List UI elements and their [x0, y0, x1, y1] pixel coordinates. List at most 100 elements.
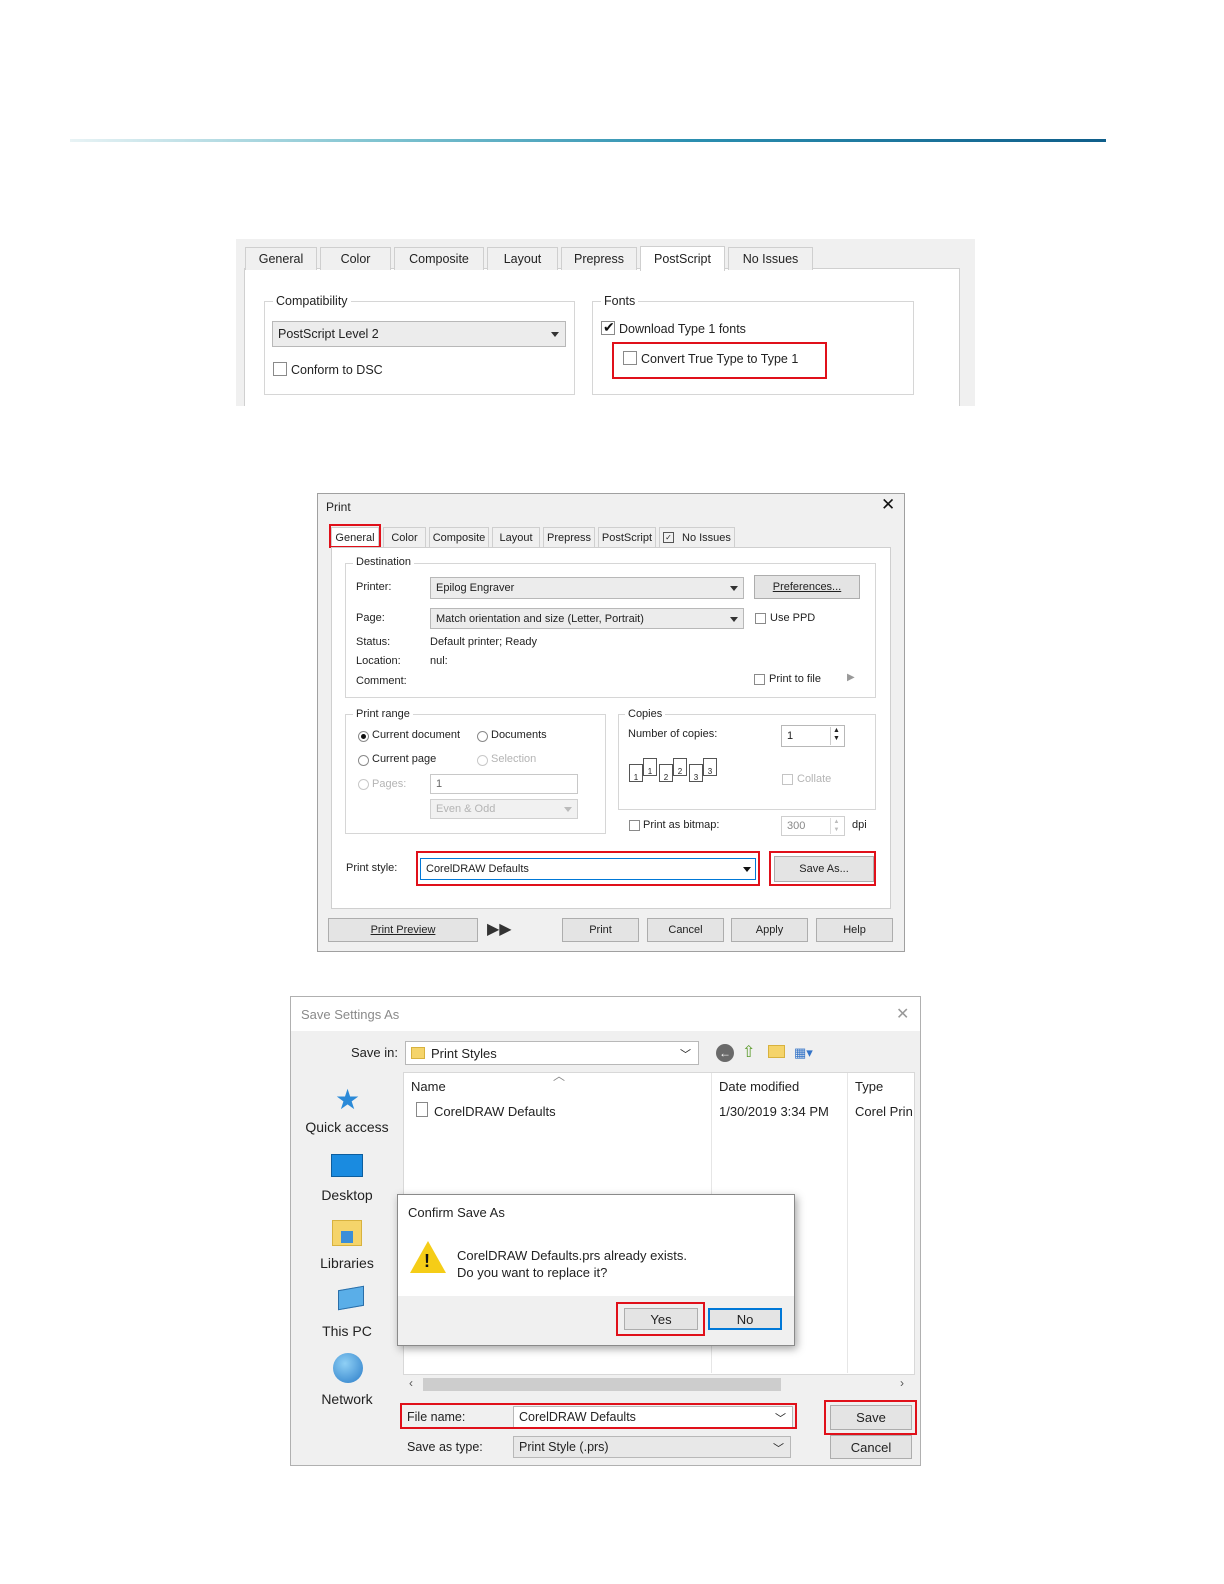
print-dialog: Print ✕ General Color Composite Layout P…: [317, 493, 905, 952]
tab-composite[interactable]: Composite: [429, 527, 489, 547]
sidebar-item-this-pc[interactable]: This PC: [297, 1323, 397, 1339]
save-in-select[interactable]: Print Styles ﹀: [405, 1041, 699, 1065]
new-folder-icon[interactable]: [768, 1045, 785, 1058]
collate-page-icon: 3: [689, 764, 703, 782]
cancel-button[interactable]: Cancel: [830, 1435, 912, 1459]
chevron-down-icon: [730, 617, 738, 622]
no-button[interactable]: No: [708, 1308, 782, 1330]
current-page-radio[interactable]: [358, 755, 369, 766]
column-header-type[interactable]: Type: [855, 1079, 883, 1094]
sidebar-item-libraries[interactable]: Libraries: [297, 1255, 397, 1271]
pages-label: Pages:: [372, 778, 407, 790]
collate-checkbox[interactable]: [782, 774, 793, 785]
confirm-title: Confirm Save As: [408, 1205, 505, 1220]
highlight-file-name: [400, 1403, 797, 1429]
sidebar-item-desktop[interactable]: Desktop: [297, 1187, 397, 1203]
save-type-label: Save as type:: [407, 1440, 483, 1454]
current-document-radio[interactable]: [358, 731, 369, 742]
tab-postscript[interactable]: PostScript: [640, 246, 725, 271]
sidebar-item-quick-access[interactable]: Quick access: [297, 1119, 397, 1135]
pages-radio[interactable]: [358, 779, 369, 790]
column-header-date[interactable]: Date modified: [719, 1079, 799, 1094]
tab-layout[interactable]: Layout: [487, 247, 558, 270]
print-button[interactable]: Print: [562, 918, 639, 942]
postscript-level-select[interactable]: PostScript Level 2: [272, 321, 566, 347]
scroll-left-icon[interactable]: ‹: [409, 1376, 413, 1390]
tab-color[interactable]: Color: [383, 527, 426, 547]
tab-postscript[interactable]: PostScript: [598, 527, 656, 547]
fonts-label: Fonts: [601, 294, 639, 308]
status-label: Status:: [356, 636, 391, 648]
cancel-button[interactable]: Cancel: [647, 918, 724, 942]
header-divider: [70, 139, 1106, 142]
use-ppd-label: Use PPD: [770, 612, 816, 624]
compatibility-label: Compatibility: [273, 294, 351, 308]
back-icon[interactable]: ←: [716, 1044, 734, 1062]
dpi-stepper[interactable]: 300 ▲ ▼: [781, 816, 845, 836]
libraries-icon: [332, 1220, 362, 1246]
tab-color[interactable]: Color: [320, 247, 391, 270]
number-of-copies-label: Number of copies:: [628, 728, 718, 740]
file-type-cell: Corel Prin: [855, 1104, 913, 1119]
highlight-convert-truetype: [612, 342, 827, 379]
folder-icon: [411, 1047, 425, 1059]
tab-general[interactable]: General: [245, 247, 317, 270]
stepper-arrows-icon[interactable]: ▲ ▼: [830, 727, 842, 745]
documents-radio[interactable]: [477, 731, 488, 742]
page-select[interactable]: Match orientation and size (Letter, Port…: [430, 608, 744, 629]
play-arrow-icon[interactable]: ▶: [847, 672, 855, 683]
copies-stepper[interactable]: 1 ▲ ▼: [781, 725, 845, 747]
selection-radio[interactable]: [477, 755, 488, 766]
pages-input[interactable]: 1: [430, 774, 578, 794]
column-header-name[interactable]: Name: [411, 1079, 446, 1094]
collate-page-icon: 1: [643, 758, 657, 776]
tab-no-issues[interactable]: ✓ No Issues: [659, 527, 735, 547]
collate-label: Collate: [797, 773, 832, 785]
confirm-dialog: Confirm Save As ! CorelDRAW Defaults.prs…: [397, 1194, 795, 1346]
print-to-file-label: Print to file: [769, 673, 821, 685]
even-odd-select[interactable]: Even & Odd: [430, 799, 578, 819]
scrollbar-thumb[interactable]: [423, 1378, 781, 1391]
preview-arrow-icon[interactable]: ▶▶: [487, 919, 512, 939]
tab-layout[interactable]: Layout: [492, 527, 540, 547]
status-value: Default printer; Ready: [430, 636, 537, 648]
printer-select[interactable]: Epilog Engraver: [430, 577, 744, 599]
tab-composite[interactable]: Composite: [394, 247, 484, 270]
page-label: Page:: [356, 612, 385, 624]
close-icon[interactable]: ✕: [896, 1004, 909, 1024]
stepper-arrows-icon[interactable]: ▲ ▼: [830, 818, 842, 834]
conform-dsc-label: Conform to DSC: [291, 363, 383, 377]
save-type-select[interactable]: Print Style (.prs) ﹀: [513, 1436, 791, 1458]
close-icon[interactable]: ✕: [881, 495, 895, 515]
help-button[interactable]: Help: [816, 918, 893, 942]
tab-prepress[interactable]: Prepress: [561, 247, 637, 270]
tab-no-issues[interactable]: No Issues: [728, 247, 813, 270]
view-menu-icon[interactable]: ▦▾: [794, 1045, 813, 1061]
confirm-message-line1: CorelDRAW Defaults.prs already exists.: [457, 1248, 687, 1263]
current-document-label: Current document: [372, 729, 461, 741]
print-preview-button[interactable]: Print Preview: [328, 918, 478, 942]
current-page-label: Current page: [372, 753, 437, 765]
location-label: Location:: [356, 655, 401, 667]
copies-label: Copies: [625, 708, 666, 720]
file-name-cell[interactable]: CorelDRAW Defaults: [434, 1104, 556, 1119]
use-ppd-checkbox[interactable]: [755, 613, 766, 624]
printer-label: Printer:: [356, 581, 392, 593]
highlight-general-tab: [329, 524, 381, 548]
print-to-file-checkbox[interactable]: [754, 674, 765, 685]
tab-prepress[interactable]: Prepress: [543, 527, 595, 547]
compatibility-group: [264, 301, 575, 395]
sidebar-item-network[interactable]: Network: [297, 1391, 397, 1407]
highlight-yes-button: [616, 1302, 705, 1336]
save-in-label: Save in:: [351, 1045, 398, 1060]
download-type1-checkbox[interactable]: [601, 319, 615, 336]
conform-dsc-checkbox[interactable]: [273, 362, 287, 376]
print-as-bitmap-checkbox[interactable]: [629, 820, 640, 831]
warning-exclamation: !: [424, 1251, 430, 1271]
scroll-right-icon[interactable]: ›: [900, 1376, 904, 1390]
issues-icon: ✓: [663, 532, 674, 543]
up-folder-icon[interactable]: ⇧: [742, 1042, 755, 1062]
print-as-bitmap-label: Print as bitmap:: [643, 819, 720, 831]
apply-button[interactable]: Apply: [731, 918, 808, 942]
preferences-button[interactable]: Preferences...: [754, 575, 860, 599]
